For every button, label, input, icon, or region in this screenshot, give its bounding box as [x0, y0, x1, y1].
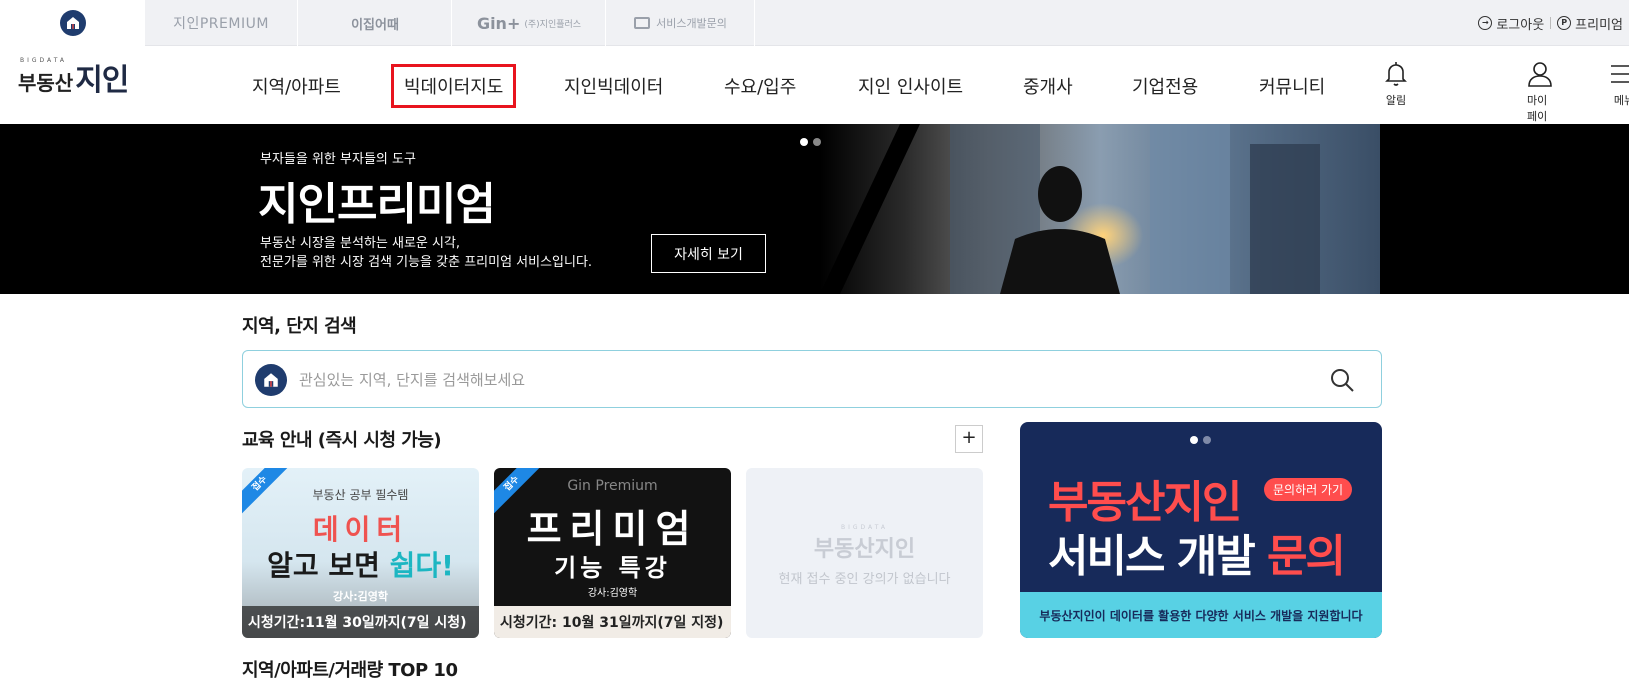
nav-gin-bigdata[interactable]: 지인빅데이터: [564, 73, 663, 99]
menu-button[interactable]: 메뉴: [1611, 60, 1629, 108]
premium-icon: P: [1557, 16, 1572, 30]
lecture-card-empty: BIGDATA 부동산지인 현재 접수 중인 강의가 없습니다: [746, 468, 983, 638]
search-logo-icon: [255, 364, 287, 396]
search-box: [242, 350, 1382, 408]
banner-pagination: [800, 138, 821, 146]
banner-subtitle: 부자들을 위한 부자들의 도구: [260, 152, 416, 167]
top10-section-title: 지역/아파트/거래량 TOP 10: [242, 660, 458, 681]
city-skyline-image: [820, 124, 1380, 294]
promo-pagination: [1190, 436, 1211, 444]
gin-logo-placeholder: BIGDATA 부동산지인: [813, 524, 916, 562]
pagination-dot[interactable]: [813, 138, 821, 146]
banner-more-button[interactable]: 자세히 보기: [651, 234, 766, 273]
top-right-links: → 로그아웃 P 프리미엄: [1472, 0, 1629, 46]
banner-description: 부동산 시장을 분석하는 새로운 시각, 전문가를 위한 시장 검색 기능을 갖…: [260, 236, 593, 270]
family-site-premium[interactable]: 지인PREMIUM: [145, 0, 298, 46]
inquiry-button[interactable]: 문의하러 가기: [1264, 478, 1353, 501]
lecture-instructor: 강사:김영학: [333, 590, 388, 603]
main-header: BIGDATA 부동산 지인 지역/아파트 빅데이터지도 지인빅데이터 수요/입주…: [0, 46, 1629, 139]
logout-icon: →: [1478, 16, 1493, 30]
lecture-card-data[interactable]: 접수 부동산 공부 필수템 데이터 알고 보면 쉽다! 강사:김영학 시청기간:…: [242, 468, 479, 638]
empty-message: 현재 접수 중인 강의가 없습니다: [778, 572, 951, 587]
search-icon[interactable]: [1329, 367, 1355, 393]
home-icon: [59, 10, 86, 36]
pagination-dot-active[interactable]: [800, 138, 808, 146]
nav-demand-supply[interactable]: 수요/입주: [724, 73, 796, 99]
premium-link[interactable]: P 프리미엄: [1551, 14, 1629, 33]
menu-icon: [1611, 65, 1629, 83]
notification-button[interactable]: 알림: [1383, 60, 1409, 108]
nav-bigdata-map[interactable]: 빅데이터지도: [391, 64, 517, 108]
family-site-dev-inquiry[interactable]: 서비스개발문의: [607, 0, 755, 46]
monitor-icon: [634, 17, 651, 29]
search-input[interactable]: [299, 365, 1299, 395]
logout-link[interactable]: → 로그아웃: [1472, 14, 1550, 33]
pagination-dot-active[interactable]: [1190, 436, 1198, 444]
family-site-bar: 지인PREMIUM 이집어때 Gin+ (주)지인플러스 서비스개발문의 → 로그아…: [0, 0, 1629, 46]
home-logo-button[interactable]: [0, 0, 145, 46]
nav-insight[interactable]: 지인 인사이트: [858, 73, 963, 99]
pagination-dot[interactable]: [1203, 436, 1211, 444]
lecture-period: 시청기간:11월 30일까지(7일 시청): [242, 606, 479, 638]
lecture-instructor: 강사:김영학: [587, 588, 638, 599]
premium-banner[interactable]: 부자들을 위한 부자들의 도구 지인프리미엄 부동산 시장을 분석하는 새로운 …: [0, 124, 1629, 294]
lecture-period: 시청기간: 10월 31일까지(7일 지정): [494, 606, 731, 638]
service-dev-promo-banner[interactable]: 부동산지인 문의하러 가기 서비스 개발 문의 부동산지인이 데이터를 활용한 …: [1020, 422, 1382, 638]
education-more-button[interactable]: +: [955, 425, 983, 453]
nav-broker[interactable]: 중개사: [1023, 73, 1073, 99]
nav-community[interactable]: 커뮤니티: [1259, 73, 1325, 99]
promo-caption: 부동산지인이 데이터를 활용한 다양한 서비스 개발을 지원합니다: [1020, 592, 1382, 638]
family-site-ijip[interactable]: 이집어때: [299, 0, 452, 46]
bell-icon: [1385, 62, 1407, 86]
nav-enterprise[interactable]: 기업전용: [1132, 73, 1198, 99]
banner-title: 지인프리미엄: [258, 179, 496, 230]
lecture-card-premium[interactable]: 접수 Gin Premium 프리미엄 기능 특강 강사:김영학 시청기간: 1…: [494, 468, 731, 638]
family-site-ginplus[interactable]: Gin+ (주)지인플러스: [453, 0, 606, 46]
user-icon: [1528, 62, 1552, 87]
search-section-title: 지역, 단지 검색: [242, 316, 357, 337]
education-section-title: 교육 안내 (즉시 시청 가능): [242, 430, 442, 451]
site-logo[interactable]: BIGDATA 부동산 지인: [18, 57, 129, 96]
nav-region-apartment[interactable]: 지역/아파트: [252, 73, 341, 99]
